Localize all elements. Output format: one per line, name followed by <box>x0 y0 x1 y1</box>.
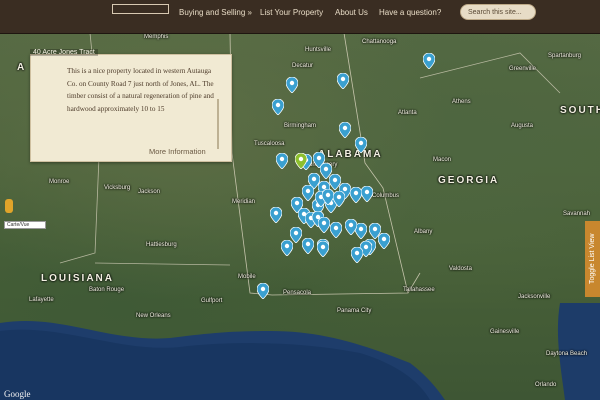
city-label: Athens <box>452 99 471 105</box>
state-label-arkansas: A <box>17 62 27 73</box>
property-pin-icon[interactable] <box>302 185 314 201</box>
property-pin-icon[interactable] <box>361 186 373 202</box>
city-label: Greenville <box>509 66 537 72</box>
nav-list-property[interactable]: List Your Property <box>260 8 323 17</box>
nav-buying-selling[interactable]: Buying and Selling » <box>179 8 252 17</box>
city-label: Chattanooga <box>362 39 397 45</box>
property-pin-icon[interactable] <box>290 227 302 243</box>
city-label: Monroe <box>49 179 70 185</box>
city-label: Birmingham <box>284 123 317 129</box>
property-pin-icon[interactable] <box>351 247 363 263</box>
property-pin-icon[interactable] <box>317 241 329 257</box>
city-label: Lafayette <box>29 297 54 303</box>
city-label: Baton Rouge <box>89 287 125 293</box>
state-label-georgia: GEORGIA <box>438 175 500 186</box>
city-label: New Orleans <box>136 313 171 319</box>
property-pin-icon[interactable] <box>330 222 342 238</box>
city-label: Columbus <box>372 193 400 199</box>
city-label: Huntsville <box>305 47 332 53</box>
property-pin-icon[interactable] <box>345 219 357 235</box>
property-pin-icon[interactable] <box>339 122 351 138</box>
google-logo: Google <box>4 389 31 399</box>
top-nav-bar: Buying and Selling » List Your Property … <box>0 0 600 34</box>
city-label: Vicksburg <box>104 185 131 191</box>
property-pin-icon[interactable] <box>337 73 349 89</box>
property-pin-icon[interactable] <box>423 53 435 69</box>
map-view[interactable]: A ALABAMA GEORGIA LOUISIANA SOUTH CAROL … <box>0 33 600 400</box>
city-label: Panama City <box>337 308 372 314</box>
state-label-louisiana: LOUISIANA <box>41 273 114 284</box>
city-label: Orlando <box>535 382 557 388</box>
state-label-alabama: ALABAMA <box>318 149 383 160</box>
city-label: Decatur <box>292 63 314 69</box>
city-label: Tallahassee <box>403 287 435 293</box>
map-type-select[interactable]: Carte/Vue <box>4 221 46 229</box>
property-pin-icon[interactable] <box>378 233 390 249</box>
popup-scrollbar[interactable] <box>217 99 219 149</box>
city-label: Daytona Beach <box>546 351 588 357</box>
more-information-link[interactable]: More Information <box>149 147 206 156</box>
property-pin-icon[interactable] <box>302 238 314 254</box>
city-label: Memphis <box>144 34 169 40</box>
property-pin-icon[interactable] <box>270 207 282 223</box>
city-label: Jackson <box>138 189 161 195</box>
property-pin-icon[interactable] <box>276 153 288 169</box>
property-pin-icon[interactable] <box>286 77 298 93</box>
site-logo[interactable] <box>112 4 169 14</box>
city-label: Valdosta <box>449 266 472 272</box>
city-label: Atlanta <box>398 110 417 116</box>
property-pin-icon[interactable] <box>355 137 367 153</box>
city-label: Albany <box>414 229 433 235</box>
city-label: Meridian <box>232 199 256 205</box>
search-input[interactable]: Search this site... <box>460 4 536 20</box>
property-info-popup: This is a nice property located in weste… <box>30 54 232 162</box>
property-description: This is a nice property located in weste… <box>67 67 214 113</box>
city-label: Savannah <box>563 211 591 217</box>
city-label: Augusta <box>511 123 534 129</box>
popup-title: 40 Acre Jones Tract <box>30 49 98 56</box>
city-label: Pensacola <box>283 290 312 296</box>
property-pin-icon[interactable] <box>272 99 284 115</box>
property-pin-icon[interactable] <box>333 191 345 207</box>
city-label: Gulfport <box>201 298 223 304</box>
selected-property-pin-icon[interactable] <box>295 153 307 169</box>
city-label: Hattiesburg <box>146 242 177 248</box>
city-label: Gainesville <box>490 329 520 335</box>
nav-about-us[interactable]: About Us <box>335 8 368 17</box>
toggle-list-view-button[interactable]: Toggle List View <box>585 221 600 297</box>
city-label: Tuscaloosa <box>254 141 285 147</box>
city-label: Spartanburg <box>548 53 582 59</box>
city-label: Jacksonville <box>518 294 551 300</box>
state-label-south-carolina: SOUTH CAROL <box>560 105 600 116</box>
city-label: Macon <box>433 157 452 163</box>
street-view-pegman-icon[interactable] <box>5 199 13 213</box>
property-pin-icon[interactable] <box>318 217 330 233</box>
nav-have-question[interactable]: Have a question? <box>379 8 441 17</box>
city-label: Mobile <box>238 274 256 280</box>
property-pin-icon[interactable] <box>257 283 269 299</box>
